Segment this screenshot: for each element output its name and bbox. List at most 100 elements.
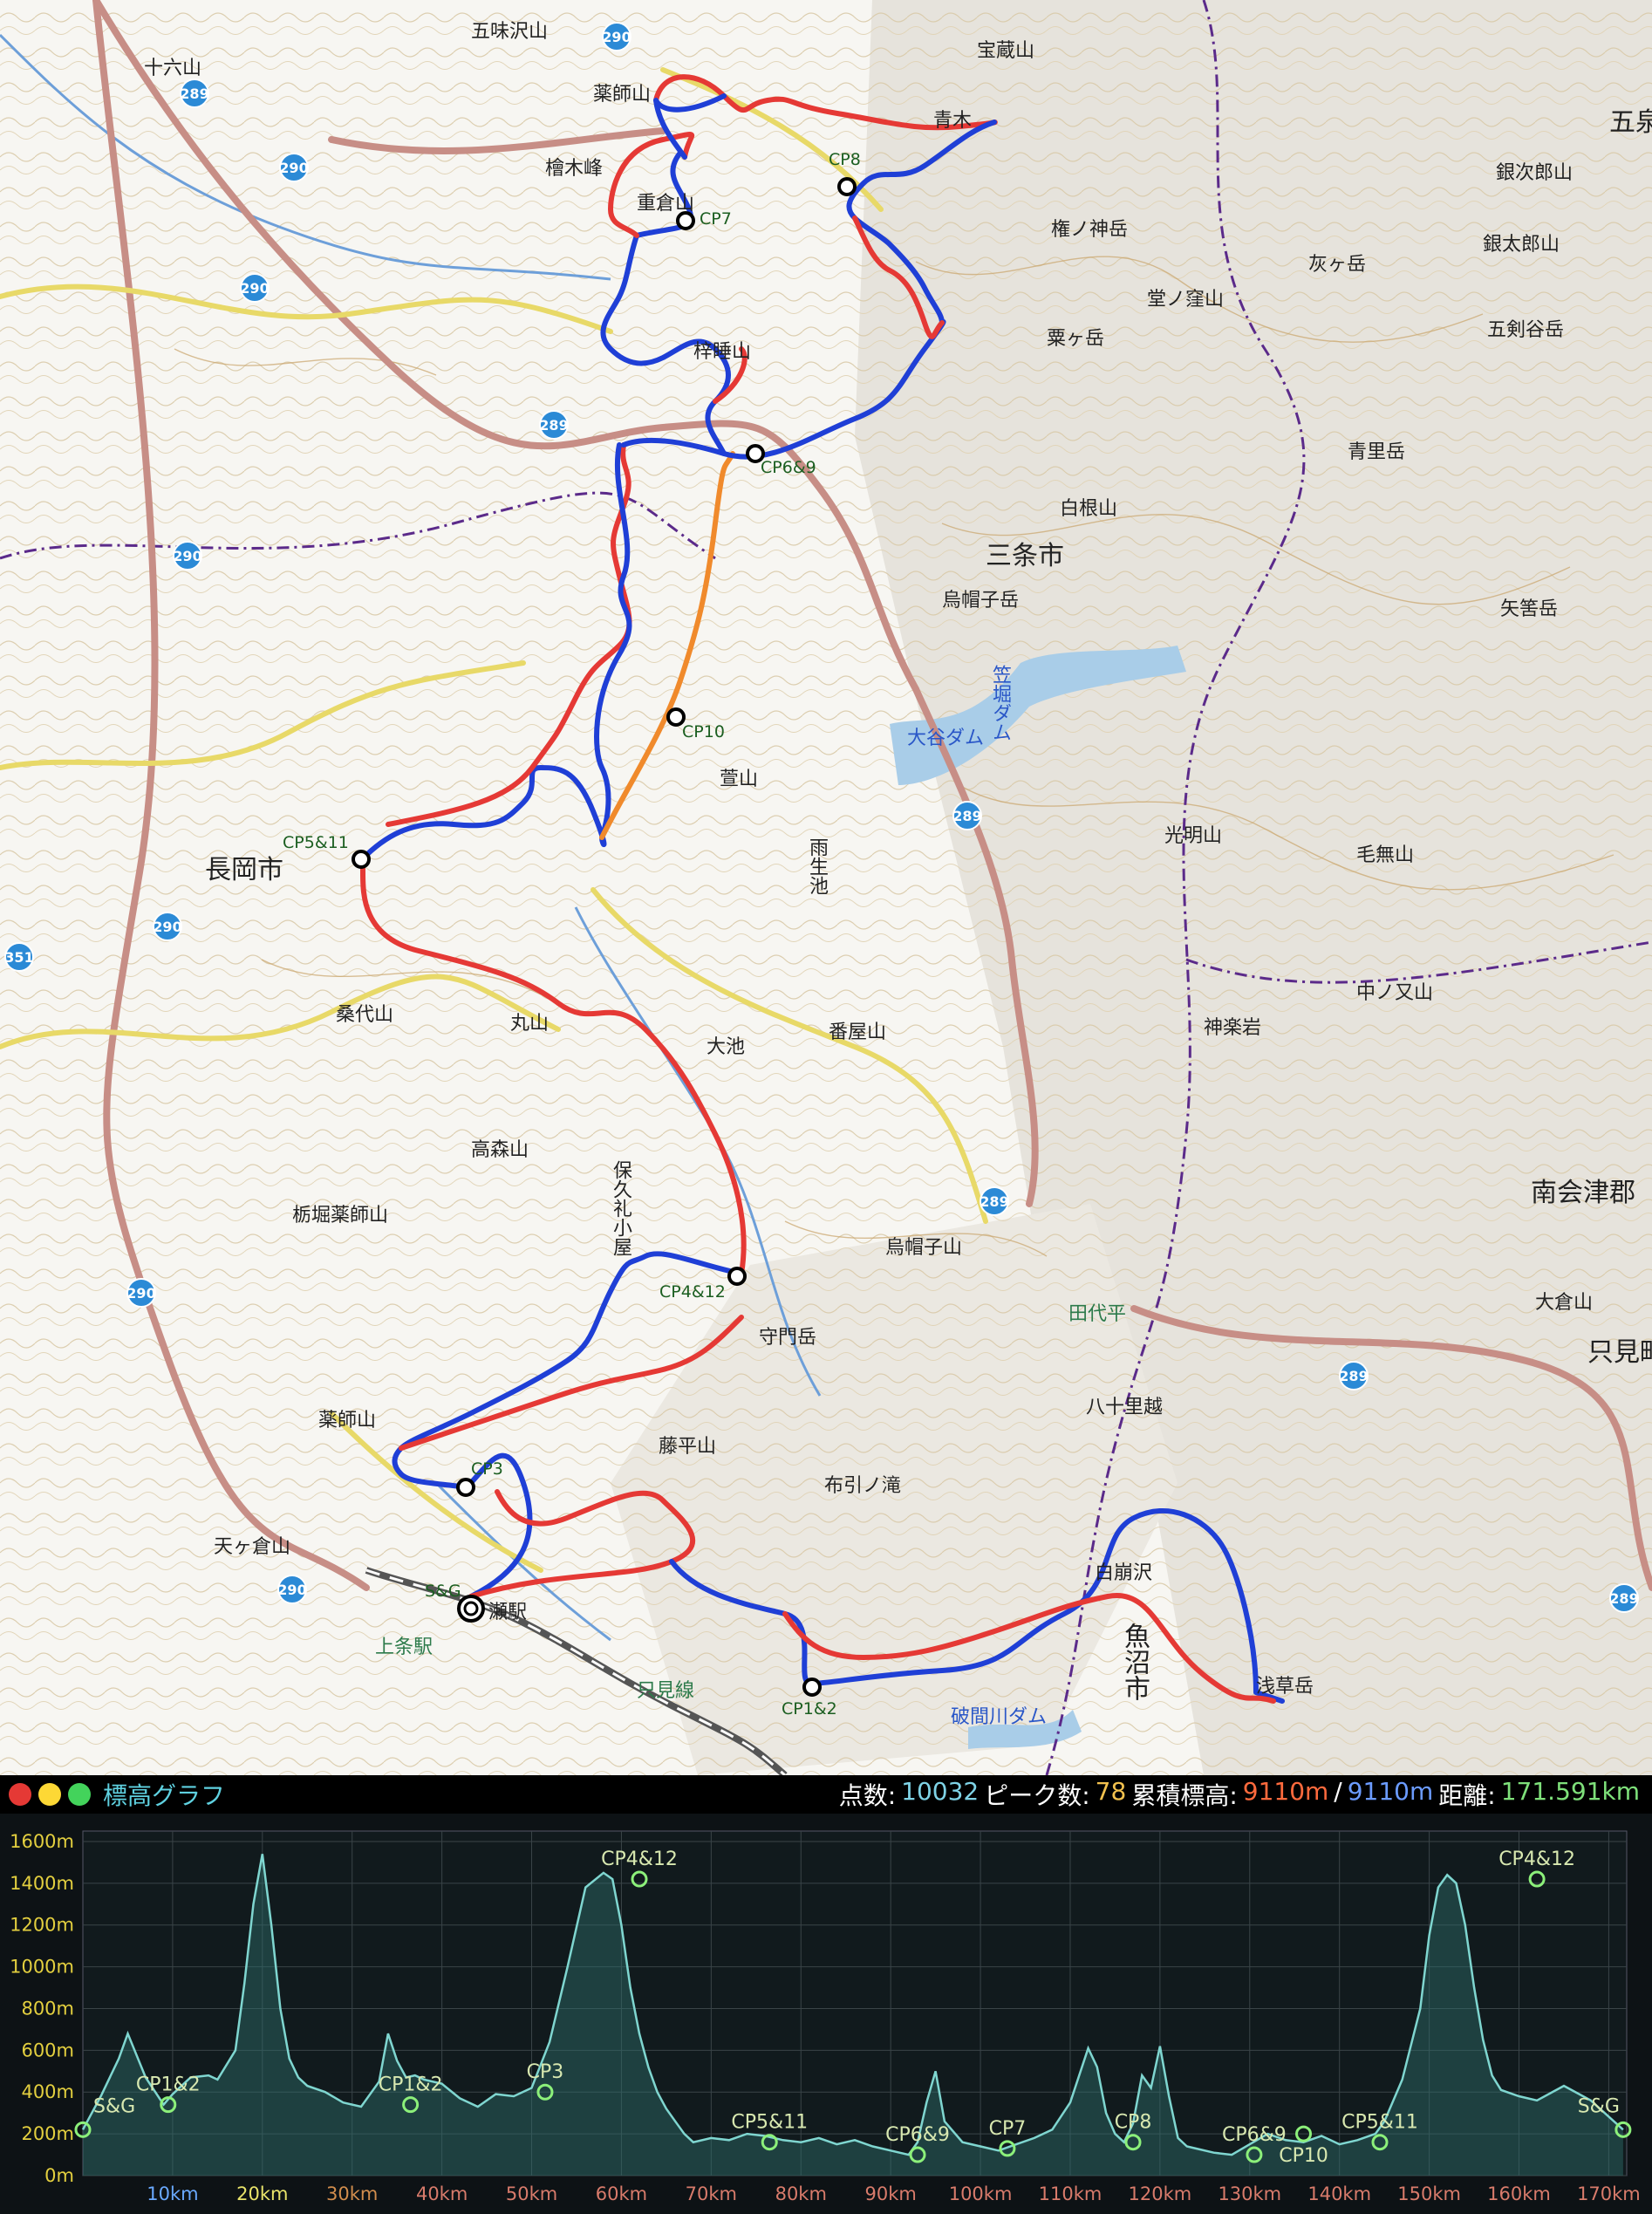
route-badge: 289 <box>952 801 982 830</box>
y-tick-label: 1400m <box>10 1873 74 1894</box>
cp511-marker <box>352 850 371 869</box>
label-tadami: 只見町 <box>1587 1337 1652 1368</box>
label-sebashi: 瀬駅 <box>488 1602 528 1623</box>
label-aozatodake: 青里岳 <box>1348 441 1406 463</box>
label-fujihira: 藤平山 <box>659 1436 717 1458</box>
label-kamigura: 神楽岩 <box>1204 1017 1262 1039</box>
label-banya: 番屋山 <box>829 1022 887 1043</box>
label-aoki: 青木 <box>933 110 973 132</box>
label-hokure: 保久礼小屋 <box>610 1160 631 1256</box>
route-badge: 290 <box>602 22 631 51</box>
y-tick-label: 0m <box>44 2165 74 2186</box>
route-badge: 289 <box>180 79 209 108</box>
label-nakanomata: 中ノ又山 <box>1356 982 1434 1004</box>
route-badge: 289 <box>980 1186 1009 1216</box>
checkpoint-label: CP4&12 <box>601 1848 678 1870</box>
route-badge: 290 <box>173 541 202 571</box>
x-tick-label: 50km <box>506 2183 557 2204</box>
route-badge: 290 <box>240 273 270 303</box>
label-shirakuzure: 白崩沢 <box>1095 1562 1153 1584</box>
route-badge: 289 <box>1339 1361 1369 1391</box>
route-badge: 290 <box>277 1575 307 1604</box>
route-badge: 289 <box>539 410 569 440</box>
distance-value: 171.591km <box>1500 1777 1640 1806</box>
cp12-label: CP1&2 <box>782 1699 837 1719</box>
checkpoint-label: CP7 <box>989 2118 1027 2140</box>
maximize-window-button[interactable] <box>68 1783 91 1806</box>
label-kurosaki: 重倉山 <box>637 193 695 215</box>
label-eboshi: 烏帽子岳 <box>942 590 1020 612</box>
label-tadami-line: 只見線 <box>637 1680 695 1702</box>
label-takamori: 高森山 <box>471 1139 529 1161</box>
route-badge: 351 <box>4 942 34 972</box>
checkpoint-label: CP1&2 <box>136 2074 201 2096</box>
checkpoint-label: S&G <box>93 2095 135 2117</box>
label-maru: 丸山 <box>510 1013 550 1035</box>
x-tick-label: 120km <box>1129 2183 1192 2204</box>
label-kurogatake: 粟ヶ岳 <box>1047 328 1105 350</box>
label-suigo: 雨生池 <box>806 837 828 895</box>
checkpoint-label: CP5&11 <box>731 2112 808 2134</box>
x-tick-label: 70km <box>686 2183 737 2204</box>
sg-label: S&G <box>425 1582 461 1601</box>
cp412-marker <box>727 1267 747 1286</box>
checkpoint-label: CP4&12 <box>1498 1848 1575 1870</box>
cp69-label: CP6&9 <box>761 458 816 477</box>
label-tashirodaira: 田代平 <box>1068 1303 1127 1325</box>
route-badge: 290 <box>153 912 182 941</box>
x-tick-label: 30km <box>326 2183 378 2204</box>
checkpoint-label: CP10 <box>1279 2145 1328 2167</box>
label-gintaro: 銀太郎山 <box>1483 234 1560 256</box>
checkpoint-label: CP3 <box>527 2061 564 2083</box>
label-amagakura: 天ヶ倉山 <box>214 1536 291 1558</box>
y-tick-label: 1200m <box>10 1915 74 1936</box>
minimize-window-button[interactable] <box>38 1783 61 1806</box>
x-tick-label: 130km <box>1218 2183 1281 2204</box>
loss-value: 9110m <box>1347 1777 1434 1806</box>
cp7-label: CP7 <box>700 209 732 229</box>
label-hinokiyama: 檜木峰 <box>545 158 604 180</box>
y-tick-label: 200m <box>21 2123 74 2144</box>
label-hai: 灰ヶ岳 <box>1308 254 1367 276</box>
x-tick-label: 80km <box>775 2183 827 2204</box>
label-houzou: 宝蔵山 <box>977 40 1035 62</box>
points-label: 点数: <box>838 1781 897 1810</box>
window-title: 標高グラフ <box>103 1781 226 1810</box>
label-nunobiki: 布引ノ滝 <box>824 1475 902 1497</box>
label-gongen: 権ノ神岳 <box>1051 219 1129 241</box>
checkpoint-label: CP6&9 <box>885 2124 950 2146</box>
label-yakushi: 薬師山 <box>593 84 652 106</box>
label-goken: 五剣谷岳 <box>1487 319 1565 341</box>
topo-map[interactable]: 十六山 五味沢山 薬師山 宝蔵山 青木 檜木峰 重倉山 権ノ神岳 白根山 三条市… <box>0 0 1652 1775</box>
label-yanaba: 矢筈岳 <box>1500 598 1559 620</box>
label-goshizawa: 五味沢山 <box>471 21 549 43</box>
checkpoint-label: CP1&2 <box>379 2074 443 2096</box>
distance-label: 距離: <box>1438 1781 1496 1810</box>
label-yakushi2: 薬師山 <box>318 1410 377 1432</box>
label-kasabori: 笠堀ダム <box>989 665 1011 741</box>
x-tick-label: 160km <box>1487 2183 1551 2204</box>
y-tick-label: 1000m <box>10 1957 74 1978</box>
points-value: 10032 <box>901 1777 980 1806</box>
cp10-label: CP10 <box>682 722 725 741</box>
x-tick-label: 140km <box>1307 2183 1371 2204</box>
label-hachijuri: 八十里越 <box>1086 1397 1164 1418</box>
y-tick-label: 1600m <box>10 1831 74 1852</box>
label-eboshi2: 烏帽子山 <box>885 1237 963 1259</box>
x-tick-label: 90km <box>864 2183 916 2204</box>
y-tick-label: 600m <box>21 2040 74 2060</box>
x-tick-label: 110km <box>1039 2183 1102 2204</box>
x-tick-label: 100km <box>949 2183 1013 2204</box>
gain-value: 9110m <box>1242 1777 1329 1806</box>
label-kuranomine: 梓睡山 <box>693 341 752 363</box>
cp412-label: CP4&12 <box>659 1282 726 1302</box>
x-tick-label: 170km <box>1577 2183 1641 2204</box>
label-shiro: 白根山 <box>1060 498 1118 520</box>
label-sanjo: 三条市 <box>986 541 1064 571</box>
close-window-button[interactable] <box>9 1783 31 1806</box>
x-tick-label: 60km <box>596 2183 647 2204</box>
label-kuwadai: 桑代山 <box>336 1004 394 1026</box>
label-ginji: 銀次郎山 <box>1496 162 1573 184</box>
label-kenmuyama: 毛無山 <box>1356 844 1415 866</box>
elevation-graph[interactable]: 0m 200m 400m 600m 800m 1000m 1200m 1400m 1600m 10… <box>0 1814 1652 2214</box>
